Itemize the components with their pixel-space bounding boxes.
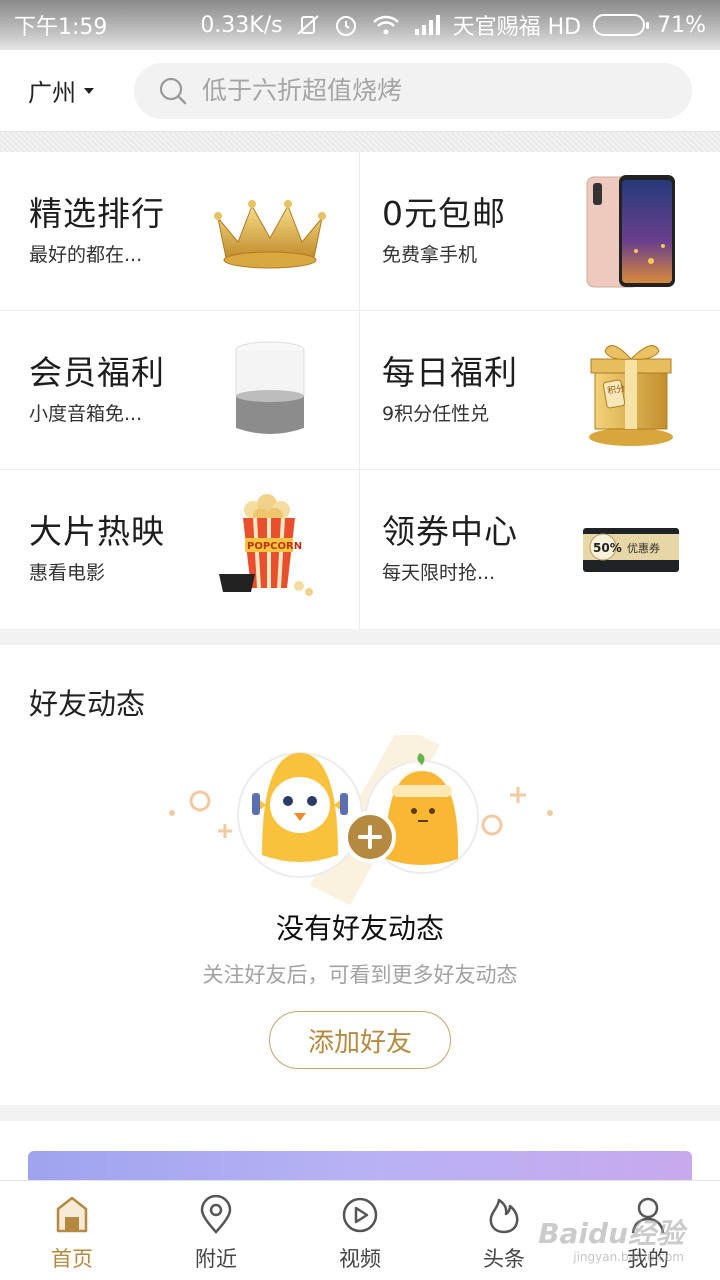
tab-label: 附近 bbox=[195, 1247, 237, 1271]
promo-movies[interactable]: 大片热映 惠看电影 POPCORN bbox=[0, 470, 360, 629]
carrier-label: 天官赐福 HD bbox=[452, 15, 582, 40]
promo-free-shipping[interactable]: 0元包邮 免费拿手机 bbox=[360, 152, 720, 311]
signal-icon bbox=[413, 14, 441, 36]
video-icon bbox=[342, 1197, 378, 1233]
section-title: 好友动态 bbox=[29, 687, 146, 721]
empty-state-subtitle: 关注好友后，可看到更多好友动态 bbox=[202, 963, 518, 987]
battery-percent: 71% bbox=[657, 12, 706, 38]
empty-state-title: 没有好友动态 bbox=[275, 912, 444, 945]
tab-home[interactable]: 首页 bbox=[0, 1181, 144, 1280]
gift-box-icon: 积分 bbox=[566, 331, 696, 451]
add-friend-button[interactable]: 添加好友 bbox=[269, 1011, 451, 1069]
wifi-icon bbox=[371, 13, 401, 37]
watermark-logo: Baidu经验 bbox=[538, 1217, 684, 1250]
location-icon bbox=[200, 1195, 232, 1234]
coupon-label: 优惠券 bbox=[627, 541, 660, 555]
watermark-url: jingyan.baidu.com bbox=[573, 1250, 684, 1264]
tab-nearby[interactable]: 附近 bbox=[144, 1181, 288, 1280]
caret-down-icon bbox=[84, 87, 94, 94]
header: 广州 bbox=[0, 50, 720, 132]
search-input[interactable] bbox=[202, 76, 642, 105]
status-bar: 下午1:59 0.33K/s 天官赐福 HD 71% bbox=[0, 0, 720, 50]
speaker-icon bbox=[205, 331, 335, 451]
app-screen: 下午1:59 0.33K/s 天官赐福 HD 71% 广州 低于六折超值烧烤 精… bbox=[0, 0, 720, 1280]
tab-label: 首页 bbox=[51, 1247, 93, 1271]
battery-icon bbox=[593, 14, 650, 36]
popcorn-box-text: POPCORN bbox=[247, 541, 302, 552]
promo-daily-benefits[interactable]: 每日福利 9积分任性兑 积分 bbox=[360, 311, 720, 470]
promo-member-benefits[interactable]: 会员福利 小度音箱免... bbox=[0, 311, 360, 470]
status-time: 下午1:59 bbox=[14, 15, 108, 40]
tab-video[interactable]: 视频 bbox=[288, 1181, 432, 1280]
crown-icon bbox=[205, 172, 335, 292]
city-selector[interactable]: 广州 bbox=[28, 73, 134, 108]
coupon-icon: 50% 优惠券 bbox=[566, 490, 696, 610]
flame-icon bbox=[489, 1198, 519, 1234]
friends-section: 好友动态 没有好友动态 关注好友后，可看到更多好友动态 添加好友 bbox=[0, 645, 720, 1105]
vibrate-off-icon bbox=[295, 13, 321, 37]
home-icon bbox=[56, 1196, 88, 1233]
promo-grid: 精选排行 最好的都在... 0元包邮 免费拿手机 会员福利 小度音箱免... 每… bbox=[0, 152, 720, 629]
coupon-percent: 50% bbox=[593, 541, 622, 555]
popcorn-icon: POPCORN bbox=[205, 490, 335, 610]
alarm-icon bbox=[333, 12, 359, 38]
search-bar[interactable] bbox=[134, 62, 692, 119]
tab-label: 视频 bbox=[339, 1247, 381, 1271]
tab-label: 头条 bbox=[483, 1247, 525, 1271]
search-icon bbox=[159, 77, 187, 104]
promo-ranking[interactable]: 精选排行 最好的都在... bbox=[0, 152, 360, 311]
divider-texture bbox=[0, 132, 720, 152]
empty-friends-illustration bbox=[160, 725, 560, 935]
city-label: 广州 bbox=[28, 79, 76, 107]
phone-icon bbox=[566, 172, 696, 292]
promo-coupon-center[interactable]: 领券中心 每天限时抢... 50% 优惠券 bbox=[360, 470, 720, 629]
network-speed: 0.33K/s bbox=[200, 12, 283, 38]
status-right: 0.33K/s 天官赐福 HD 71% bbox=[200, 9, 706, 41]
